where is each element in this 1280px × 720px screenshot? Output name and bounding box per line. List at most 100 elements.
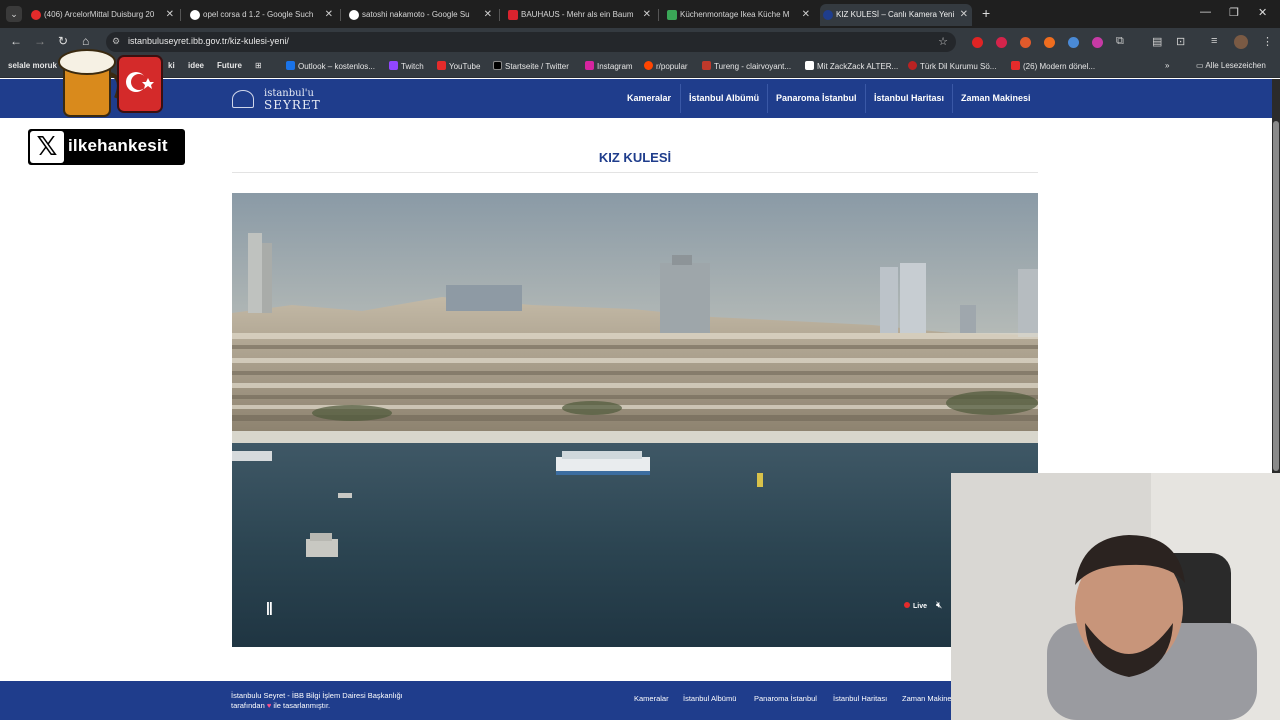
back-icon[interactable]: ←: [10, 34, 22, 48]
bookmark-tdk[interactable]: Türk Dil Kurumu Sö...: [908, 61, 996, 71]
document-icon: [667, 10, 677, 20]
live-indicator: Live: [904, 602, 927, 610]
tab-search-icon[interactable]: ⌄: [6, 6, 22, 22]
instagram-icon: [585, 61, 594, 70]
bookmark-outlook[interactable]: Outlook – kostenlos...: [286, 61, 375, 71]
chevron-right-icon[interactable]: »: [1165, 61, 1169, 70]
twitch-icon: [389, 61, 398, 70]
zackzack-icon: [805, 61, 814, 70]
extension-icon[interactable]: [972, 37, 983, 48]
extension-icon[interactable]: [996, 37, 1007, 48]
footer-credit: İstanbulu Seyret - İBB Bilgi İşlem Daire…: [231, 691, 403, 711]
bookmark[interactable]: idee: [188, 61, 204, 70]
menu-icon[interactable]: ⋮: [1262, 35, 1273, 48]
nav-zaman-makinesi[interactable]: Zaman Makinesi: [961, 79, 1031, 118]
bookmark-zackzack[interactable]: Mit ZackZack ALTER...: [805, 61, 898, 71]
bookmark-youtube[interactable]: YouTube: [437, 61, 480, 71]
tab-title: opel corsa d 1.2 - Google Such: [203, 10, 314, 19]
x-logo-icon: 𝕏: [30, 131, 64, 163]
address-bar[interactable]: ⚙ istanbuluseyret.ibb.gov.tr/kiz-kulesi-…: [106, 32, 956, 52]
youtube-icon: [437, 61, 446, 70]
apps-grid-icon[interactable]: ⊞: [255, 61, 262, 70]
footer-link-istanbul-albumu[interactable]: İstanbul Albümü: [683, 694, 736, 703]
close-icon[interactable]: ✕: [802, 4, 810, 26]
profile-avatar[interactable]: [1234, 35, 1248, 49]
logo-text-line2: SEYRET: [264, 98, 321, 112]
bookmark-youtube-2[interactable]: (26) Modern dönel...: [1011, 61, 1095, 71]
extension-icon[interactable]: [1020, 37, 1031, 48]
all-bookmarks[interactable]: ▭ Alle Lesezeichen: [1196, 61, 1266, 70]
sidebar-icon[interactable]: ▤: [1152, 35, 1162, 48]
close-icon[interactable]: ✕: [325, 4, 333, 26]
tureng-icon: [702, 61, 711, 70]
new-tab-icon[interactable]: +: [982, 5, 990, 21]
footer-line1: İstanbulu Seyret - İBB Bilgi İşlem Daire…: [231, 691, 403, 700]
x-icon: [493, 61, 502, 70]
x-handle-text: ilkehankesit: [68, 136, 168, 155]
bookmark[interactable]: Future: [217, 61, 242, 70]
screenshot-icon[interactable]: ⊡: [1176, 35, 1185, 48]
site-icon: [823, 10, 833, 20]
tab-bauhaus[interactable]: BAUHAUS - Mehr als ein Baum ✕: [505, 4, 655, 26]
reddit-icon: [644, 61, 653, 70]
tab-strip: ⌄ (406) ArcelorMittal Duisburg 20 ✕ opel…: [0, 0, 1280, 28]
google-icon: [349, 10, 359, 20]
tab-kiz-kulesi[interactable]: KIZ KULESİ – Canlı Kamera Yeni ✕: [820, 4, 972, 26]
window-close-icon[interactable]: ✕: [1258, 6, 1267, 19]
browser-toolbar: ← → ↻ ⌂ ⚙ istanbuluseyret.ibb.gov.tr/kiz…: [0, 28, 1280, 56]
nav-panaroma-istanbul[interactable]: Panaroma İstanbul: [776, 79, 857, 118]
tab-title: (406) ArcelorMittal Duisburg 20: [44, 10, 155, 19]
tab-title: satoshi nakamoto - Google Su: [362, 10, 470, 19]
extension-icon[interactable]: [1068, 37, 1079, 48]
x-handle-badge: 𝕏 ilkehankesit: [28, 129, 185, 165]
forward-icon[interactable]: →: [34, 34, 46, 48]
tab-title: Küchenmontage Ikea Küche M: [680, 10, 790, 19]
outlook-icon: [286, 61, 295, 70]
extension-icon[interactable]: [1092, 37, 1103, 48]
footer-line2: tarafından ♥ ile tasarlanmıştır.: [231, 701, 331, 710]
webcam-overlay-image: [951, 473, 1280, 720]
footer-link-kameralar[interactable]: Kameralar: [634, 694, 669, 703]
title-divider: [232, 172, 1038, 173]
nav-istanbul-haritasi[interactable]: İstanbul Haritası: [874, 79, 944, 118]
live-video-player[interactable]: || Live 🔇︎: [232, 193, 1038, 647]
footer-link-harita[interactable]: İstanbul Haritası: [833, 694, 887, 703]
folder-icon: ▭: [1196, 61, 1206, 70]
footer-link-zaman-makinesi[interactable]: Zaman Makinesi: [902, 694, 957, 703]
tab-opel-corsa[interactable]: opel corsa d 1.2 - Google Such ✕: [187, 4, 337, 26]
close-icon[interactable]: ✕: [643, 4, 651, 26]
beer-and-tea-overlay-image: [58, 49, 163, 117]
mute-icon[interactable]: 🔇︎: [936, 600, 942, 611]
bauhaus-icon: [508, 10, 518, 20]
live-label: Live: [913, 603, 928, 610]
close-icon[interactable]: ✕: [960, 4, 968, 26]
close-icon[interactable]: ✕: [166, 4, 174, 26]
pause-button[interactable]: ||: [266, 599, 273, 615]
extension-icon[interactable]: [1044, 37, 1055, 48]
bookmark-reddit[interactable]: r/popular: [644, 61, 688, 71]
minimize-icon[interactable]: —: [1200, 6, 1211, 18]
bookmark-instagram[interactable]: Instagram: [585, 61, 633, 71]
restore-icon[interactable]: ❐: [1229, 6, 1239, 19]
reading-list-icon[interactable]: ≡: [1211, 35, 1217, 47]
footer-link-panaroma[interactable]: Panaroma İstanbul: [754, 694, 817, 703]
bookmark-twitch[interactable]: Twitch: [389, 61, 424, 71]
live-camera-image: [232, 193, 1038, 647]
heart-icon: ♥: [266, 701, 272, 710]
tab-arcelormittal[interactable]: (406) ArcelorMittal Duisburg 20 ✕: [28, 4, 178, 26]
tdk-icon: [908, 61, 917, 70]
page-title: KIZ KULESİ: [598, 150, 672, 165]
nav-istanbul-albumu[interactable]: İstanbul Albümü: [689, 79, 759, 118]
bookmark[interactable]: selale moruk: [8, 61, 57, 70]
scroll-thumb[interactable]: [1273, 121, 1279, 471]
close-icon[interactable]: ✕: [484, 4, 492, 26]
tab-title: BAUHAUS - Mehr als ein Baum: [521, 10, 634, 19]
bookmark-twitter[interactable]: Startseite / Twitter: [493, 61, 569, 71]
site-header: istanbul'u SEYRET Kameralar İstanbul Alb…: [0, 79, 1272, 118]
bookmark-star-icon[interactable]: ☆: [938, 35, 948, 48]
bookmark-tureng[interactable]: Tureng - clairvoyant...: [702, 61, 791, 71]
tab-kuechenmontage[interactable]: Küchenmontage Ikea Küche M ✕: [664, 4, 814, 26]
extensions-puzzle-icon[interactable]: ⧉: [1116, 35, 1124, 48]
tab-satoshi[interactable]: satoshi nakamoto - Google Su ✕: [346, 4, 496, 26]
nav-kameralar[interactable]: Kameralar: [627, 79, 671, 118]
